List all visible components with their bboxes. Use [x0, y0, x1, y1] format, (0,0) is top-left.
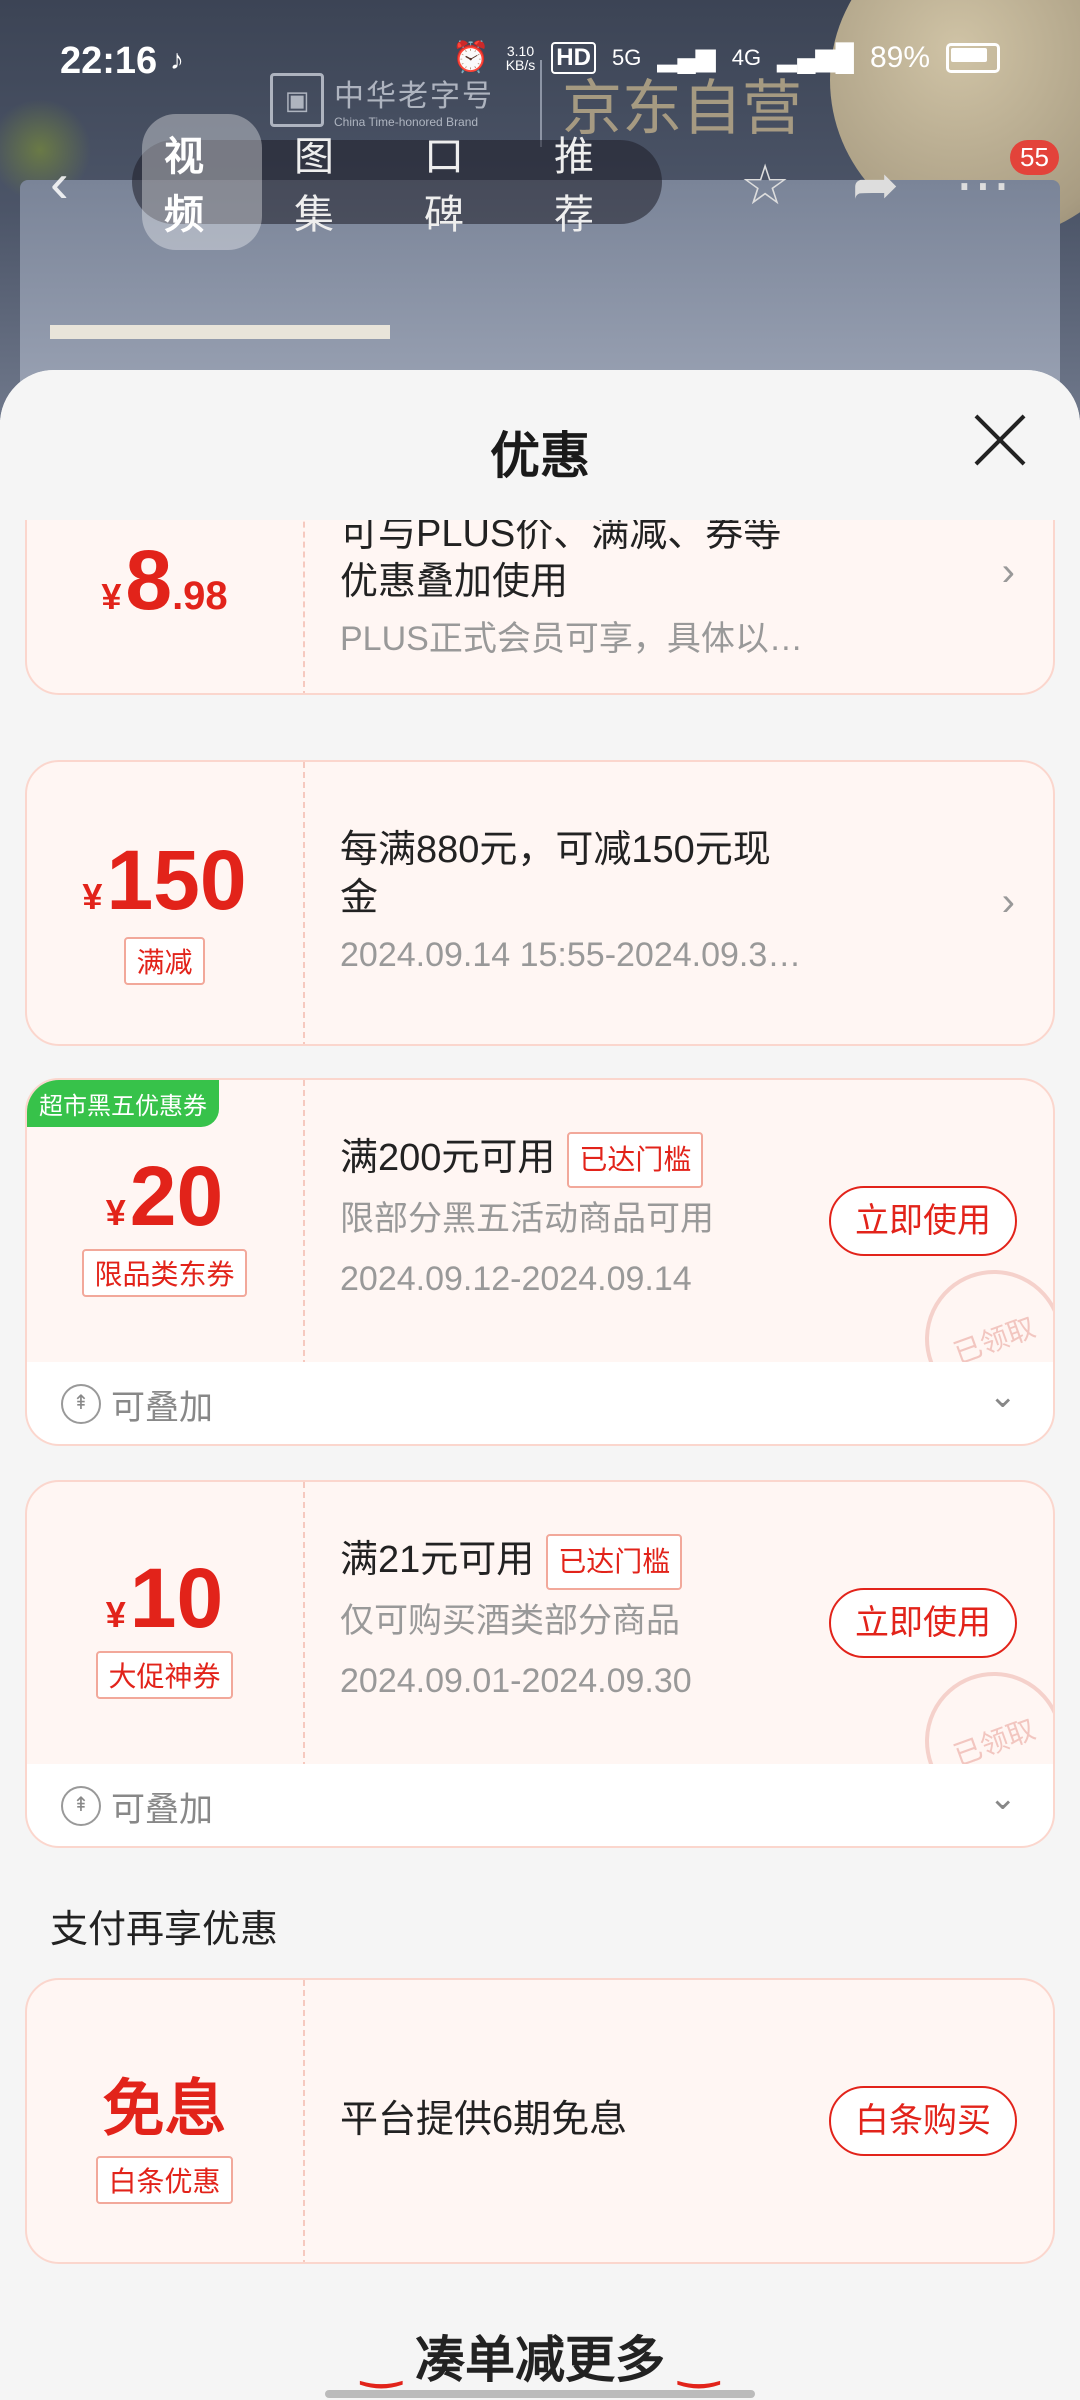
coupon-date: 2024.09.14 15:55-2024.09.3…: [340, 936, 802, 974]
claimed-stamp: 已领取: [905, 1250, 1053, 1362]
more-deals-link[interactable]: ‿ 凑单减更多 ‿: [0, 2320, 1080, 2392]
payment-offer-card: 免息 白条优惠 平台提供6期免息 白条购买: [25, 1978, 1055, 2264]
coupon-title-line2: 金: [340, 877, 379, 919]
coupon-type-tag: 限品类东券: [82, 1249, 247, 1297]
signal-bars-icon-2: ▂▄▆█: [777, 42, 854, 72]
coupon-desc: 限部分黑五活动商品可用: [340, 1200, 714, 1238]
coupon-type-tag: 满减: [124, 937, 205, 985]
chevron-right-icon[interactable]: ›: [1002, 550, 1015, 595]
status-bar: 22:16 ♪ ⏰ 3.10 KB/s HD 5G ▂▄▆ 4G ▂▄▆█ 89%: [0, 0, 1080, 120]
threshold-reached-tag: 已达门槛: [546, 1534, 683, 1590]
close-icon[interactable]: [970, 410, 1030, 470]
signal-5g: 5G: [611, 44, 642, 70]
coupon-black-friday: 超市黑五优惠券 ¥20 限品类东券 满200元可用 已达门槛 限部分黑五活动商品可…: [25, 1078, 1055, 1364]
payment-offer-amount: 免息: [102, 2075, 227, 2144]
payment-offer-tag: 白条优惠: [96, 2156, 233, 2204]
home-indicator[interactable]: [325, 2390, 755, 2398]
payment-section-title: 支付再享优惠: [50, 1909, 279, 1951]
coupon-list[interactable]: ¥8.98 可与PLUS价、满减、券等 优惠叠加使用 PLUS正式会员可享，具体…: [0, 520, 1080, 2400]
coupon-amount: ¥20: [105, 1149, 224, 1243]
smile-icon-right: ‿: [678, 2335, 719, 2388]
tab-video[interactable]: 视频: [142, 114, 262, 250]
coupon-title: 满200元可用: [340, 1137, 556, 1180]
threshold-reached-tag: 已达门槛: [567, 1132, 704, 1188]
chevron-down-icon[interactable]: ⌄: [989, 1376, 1018, 1416]
coupon-desc: PLUS正式会员可享，具体以…: [340, 620, 803, 658]
coupon-date: 2024.09.12-2024.09.14: [340, 1260, 692, 1298]
coupon-full-reduction[interactable]: ¥150 满减 每满880元，可减150元现 金 2024.09.14 15:5…: [25, 760, 1055, 1046]
share-icon[interactable]: ➦: [852, 152, 899, 218]
claimed-stamp: 已领取: [905, 1652, 1053, 1764]
coupon-date: 2024.09.01-2024.09.30: [340, 1662, 692, 1700]
coupon-title: 可与PLUS价、满减、券等: [340, 520, 782, 555]
star-icon[interactable]: ☆: [740, 152, 790, 218]
tab-reviews[interactable]: 口碑: [402, 114, 522, 250]
more-deals-label: 凑单减更多: [415, 2332, 665, 2388]
signal-bars-icon: ▂▄▆: [657, 42, 716, 72]
stack-icon: ⇞: [61, 1384, 101, 1424]
tiktok-icon: ♪: [170, 44, 184, 75]
stackable-row[interactable]: ⇞ 可叠加 ⌄: [25, 1764, 1055, 1848]
sheet-title: 优惠: [490, 428, 590, 484]
coupon-title-line2: 优惠叠加使用: [340, 561, 569, 603]
tab-gallery[interactable]: 图集: [272, 114, 392, 250]
more-icon[interactable]: ⋯: [955, 152, 1011, 218]
product-nav: ‹ 视频 图集 口碑 推荐 ☆ ➦ ⋯ 55: [0, 114, 1080, 250]
payment-offer-title: 平台提供6期免息: [340, 2099, 628, 2141]
coupon-title: 每满880元，可减150元现: [340, 829, 771, 871]
supermarket-coupon-tag: 超市黑五优惠券: [27, 1080, 219, 1127]
stack-icon: ⇞: [61, 1786, 101, 1826]
coupon-plus-price[interactable]: ¥8.98 可与PLUS价、满减、券等 优惠叠加使用 PLUS正式会员可享，具体…: [25, 520, 1055, 695]
sheet-header: 优惠: [0, 370, 1080, 520]
coupon-amount: ¥150: [82, 833, 247, 927]
use-now-button[interactable]: 立即使用: [829, 1186, 1017, 1256]
signal-4g: 4G: [731, 44, 762, 70]
coupon-amount: ¥10: [105, 1551, 224, 1645]
tab-recommend[interactable]: 推荐: [532, 114, 652, 250]
battery-icon: [946, 42, 1000, 73]
alarm-icon: ⏰: [452, 41, 490, 74]
coupon-desc: 仅可购买酒类部分商品: [340, 1602, 680, 1640]
nav-tabs: 视频 图集 口碑 推荐: [132, 114, 662, 250]
net-speed: 3.10 KB/s: [505, 42, 536, 73]
coupon-title: 满21元可用: [340, 1539, 535, 1582]
discount-sheet: 优惠 ¥8.98 可与PLUS价、满减、券等 优惠叠加使用 PLUS正式会员可享…: [0, 370, 1080, 2400]
use-now-button[interactable]: 立即使用: [829, 1588, 1017, 1658]
stackable-row[interactable]: ⇞ 可叠加 ⌄: [25, 1362, 1055, 1446]
back-arrow-icon[interactable]: ‹: [50, 150, 69, 215]
status-time: 22:16: [60, 40, 158, 82]
battery-percent: 89%: [869, 40, 930, 74]
coupon-type-tag: 大促神券: [96, 1651, 233, 1699]
message-badge: 55: [1010, 140, 1059, 175]
chevron-down-icon[interactable]: ⌄: [989, 1778, 1018, 1818]
hd-icon: HD: [551, 41, 596, 74]
chevron-right-icon[interactable]: ›: [1002, 880, 1015, 925]
coupon-promo: ¥10 大促神券 满21元可用 已达门槛 仅可购买酒类部分商品 2024.09.0…: [25, 1480, 1055, 1766]
baitiao-buy-button[interactable]: 白条购买: [829, 2086, 1017, 2156]
coupon-amount: ¥8.98: [101, 533, 228, 627]
stackable-label: 可叠加: [111, 1791, 213, 1829]
smile-icon-left: ‿: [361, 2335, 402, 2388]
stackable-label: 可叠加: [111, 1389, 213, 1427]
